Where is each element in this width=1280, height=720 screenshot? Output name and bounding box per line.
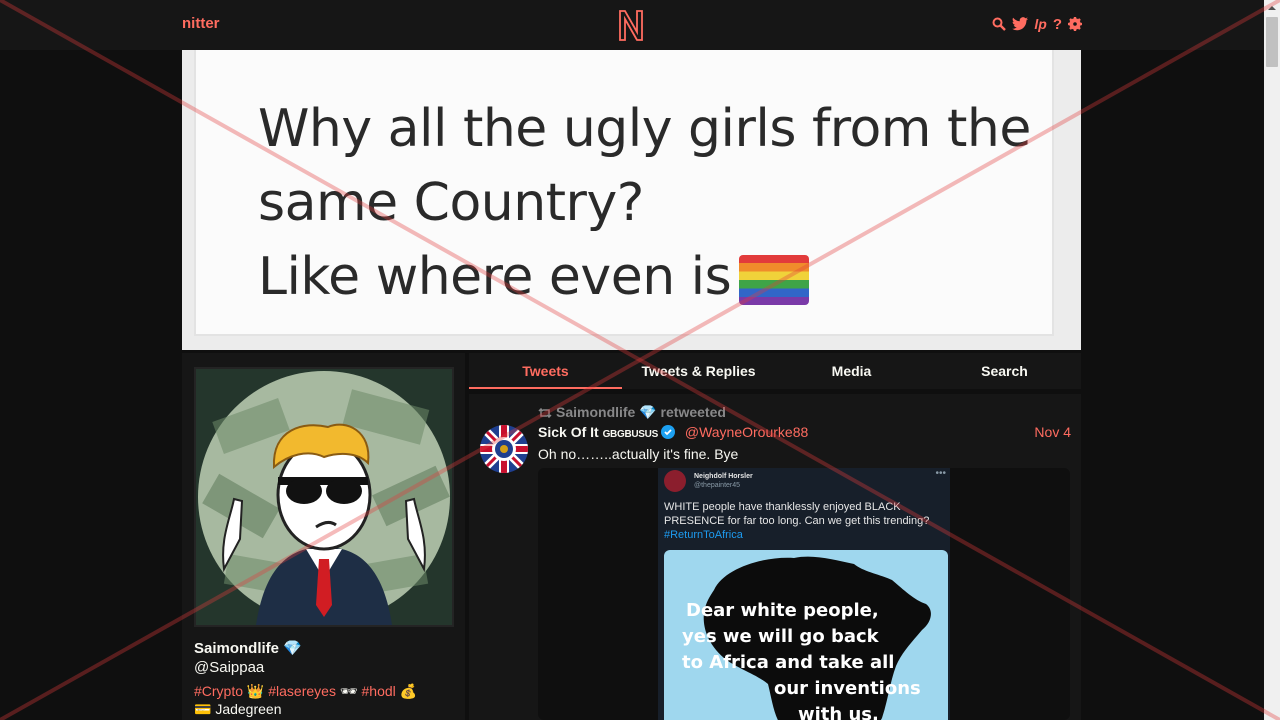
embed-text-body: WHITE people have thanklessly enjoyed BL… xyxy=(664,501,930,527)
retweet-icon xyxy=(538,407,552,418)
banner-line-with-flag: Like where even is xyxy=(258,240,1031,314)
banner-image-card: Why all the ugly girls from the same Cou… xyxy=(194,50,1054,336)
help-icon[interactable]: ? xyxy=(1053,15,1062,33)
timeline-item[interactable]: Saimondlife 💎 retweeted Sick Of It GBGBU… xyxy=(469,394,1081,720)
tab-tweets-replies[interactable]: Tweets & Replies xyxy=(622,353,775,389)
embed-name: Neighdolf Horsler xyxy=(694,473,753,480)
poster-line: to Africa and take all xyxy=(682,652,895,673)
profile-card: Saimondlife 💎 @Saippaa #Crypto 👑 #lasere… xyxy=(182,353,465,720)
moneybag-emoji: 💰 xyxy=(399,683,418,699)
tweet-content: Oh no……..actually it's fine. Bye xyxy=(538,446,739,462)
name-suffix: GBGBUSUS xyxy=(602,429,659,440)
profile-fullname[interactable]: Saimondlife 💎 xyxy=(194,639,302,657)
timeline-tabs: Tweets Tweets & Replies Media Search xyxy=(469,353,1081,389)
bio-line: 💳 Jadegreen xyxy=(194,701,282,717)
page-scrollbar[interactable] xyxy=(1264,0,1280,720)
nav-icons: lp ? xyxy=(992,15,1082,33)
embed-handle: @thepainter45 xyxy=(694,482,741,489)
embed-poster: Dear white people, yes we will go back t… xyxy=(664,550,948,720)
hashtag-link[interactable]: #hodl xyxy=(362,683,396,699)
tab-tweets[interactable]: Tweets xyxy=(469,353,622,389)
profile-avatar[interactable] xyxy=(194,367,454,627)
poster-text: Dear white people, yes we will go back t… xyxy=(682,598,942,720)
liberapay-icon[interactable]: lp xyxy=(1034,15,1046,33)
navbar: nitter lp ? xyxy=(0,0,1264,50)
tweet-fullname[interactable]: Sick Of It GBGBUSUS xyxy=(538,424,658,440)
twitter-bird-icon[interactable] xyxy=(1012,15,1029,33)
profile-bio: #Crypto 👑 #lasereyes 🕶 #hodl 💰 💳 Jadegre… xyxy=(194,682,417,718)
poster-line: yes we will go back xyxy=(682,626,879,647)
poster-line: Dear white people, xyxy=(686,600,879,621)
tweet-date[interactable]: Nov 4 xyxy=(1034,424,1071,440)
search-icon[interactable] xyxy=(992,15,1007,33)
hashtag-link[interactable]: #lasereyes xyxy=(268,683,336,699)
settings-icon[interactable] xyxy=(1068,15,1082,33)
profile-username[interactable]: @Saippaa xyxy=(194,659,264,676)
embed-hashtag: #ReturnToAfrica xyxy=(664,529,743,541)
profile-banner[interactable]: Why all the ugly girls from the same Cou… xyxy=(182,50,1081,350)
tweet-media[interactable]: Neighdolf Horsler @thepainter45 ••• WHIT… xyxy=(538,468,1070,720)
brand-link[interactable]: nitter xyxy=(182,15,220,32)
embed-header: Neighdolf Horsler @thepainter45 xyxy=(664,470,753,492)
tweet-header: Sick Of It GBGBUSUS @WayneOrourke88 Nov … xyxy=(538,424,1071,442)
rainbow-flag-icon xyxy=(739,255,810,305)
more-dots-icon: ••• xyxy=(935,468,946,479)
retweet-header: Saimondlife 💎 retweeted xyxy=(538,404,726,421)
poster-line: our inventions xyxy=(774,678,921,699)
banner-image-text: Why all the ugly girls from the same Cou… xyxy=(258,92,1031,314)
crown-emoji: 👑 xyxy=(246,683,265,699)
sunglasses-emoji: 🕶 xyxy=(339,683,358,699)
embed-avatar xyxy=(664,470,686,492)
nitter-logo[interactable] xyxy=(617,8,645,47)
embedded-tweet-image: Neighdolf Horsler @thepainter45 ••• WHIT… xyxy=(658,468,950,720)
tab-media[interactable]: Media xyxy=(775,353,928,389)
scroll-up-arrow-icon[interactable] xyxy=(1264,0,1280,16)
tweet-avatar[interactable] xyxy=(480,425,528,473)
poster-line: with us. xyxy=(798,704,879,720)
banner-line: Like where even is xyxy=(258,247,732,307)
hashtag-link[interactable]: #Crypto xyxy=(194,683,243,699)
embed-text: WHITE people have thanklessly enjoyed BL… xyxy=(664,500,948,542)
tab-search[interactable]: Search xyxy=(928,353,1081,389)
verified-icon xyxy=(660,425,675,439)
banner-line: same Country? xyxy=(258,173,644,233)
banner-line: Why all the ugly girls from the xyxy=(258,99,1031,159)
retweeted-by[interactable]: Saimondlife 💎 retweeted xyxy=(556,404,726,421)
tweet-username[interactable]: @WayneOrourke88 xyxy=(685,424,808,440)
scroll-thumb[interactable] xyxy=(1266,17,1278,67)
